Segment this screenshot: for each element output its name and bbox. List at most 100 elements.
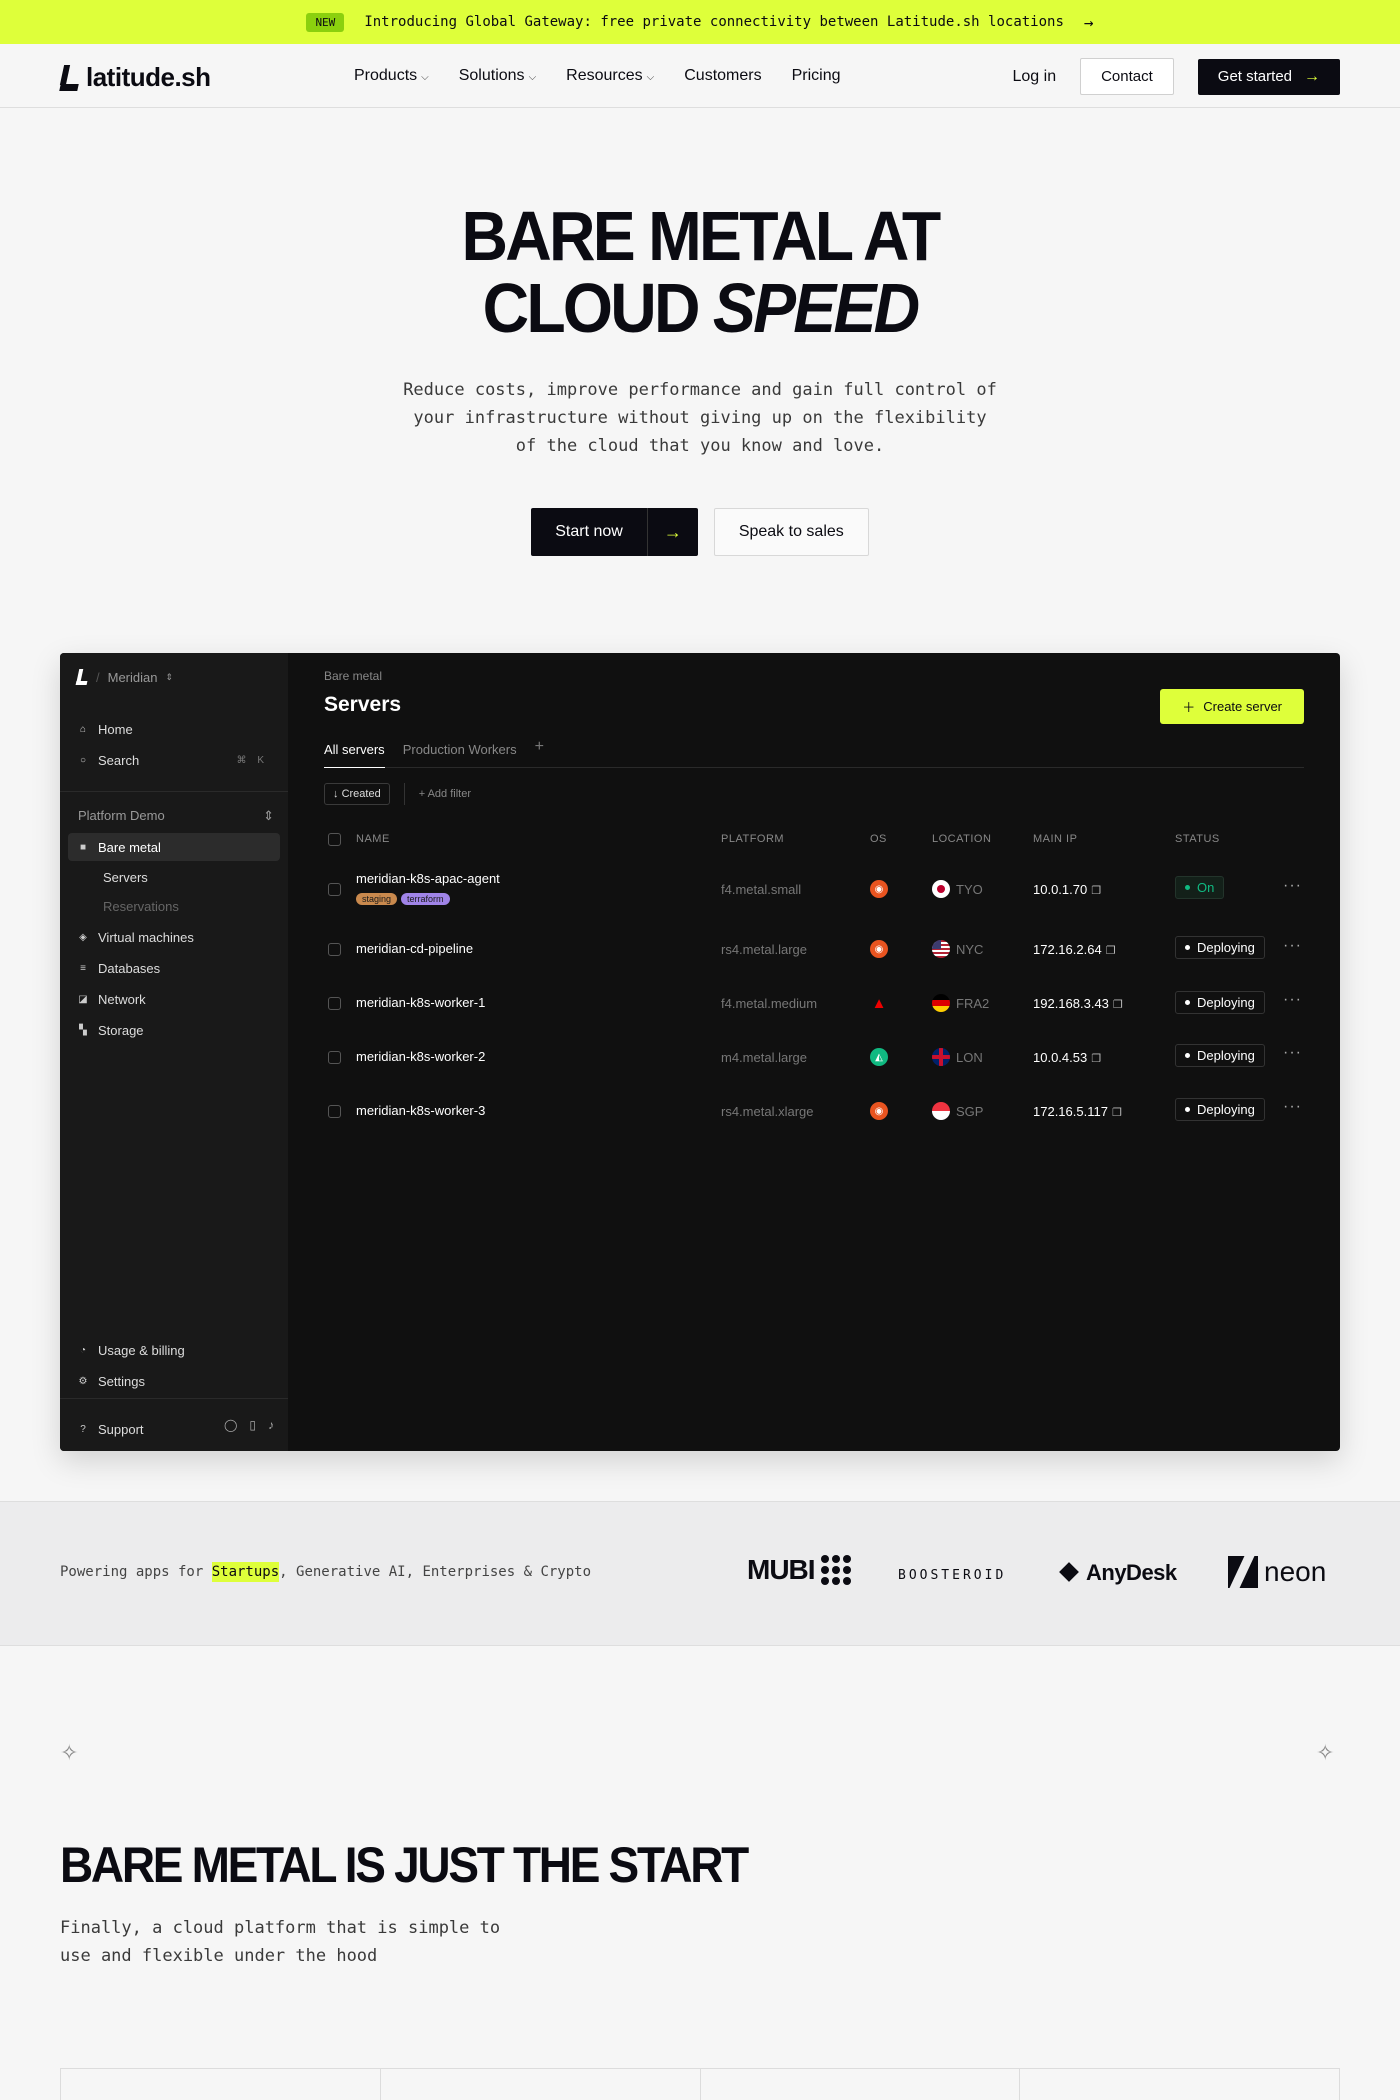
billing-icon: ◔ bbox=[79, 1344, 87, 1356]
nav-links: Products ⌵ Solutions ⌵ Resources ⌵ Customer… bbox=[354, 44, 841, 108]
platform: f4.metal.medium bbox=[721, 996, 818, 1011]
hero-subtitle: Reduce costs, improve performance and ga… bbox=[403, 380, 997, 456]
sidebar-item-servers[interactable]: Servers bbox=[103, 870, 148, 885]
tab-all-servers[interactable]: All servers bbox=[324, 742, 385, 768]
sidebar-item-databases[interactable]: ≡ Databases bbox=[68, 954, 280, 982]
column-header[interactable]: OS bbox=[870, 833, 887, 845]
main-ip[interactable]: 10.0.1.70 ❐ bbox=[1033, 882, 1101, 897]
book-icon[interactable]: ▯ bbox=[249, 1418, 256, 1432]
add-tab-icon[interactable]: + bbox=[535, 738, 544, 767]
copy-icon[interactable]: ❐ bbox=[1113, 999, 1123, 1011]
nav-customers[interactable]: Customers bbox=[684, 67, 761, 85]
status-badge: Deploying bbox=[1175, 991, 1265, 1014]
server-name[interactable]: meridian-k8s-apac-agent staging terraform bbox=[356, 871, 500, 905]
divider bbox=[403, 783, 405, 805]
mubi-logo: MUBI bbox=[747, 1554, 851, 1586]
row-checkbox[interactable] bbox=[328, 1051, 341, 1064]
row-checkbox[interactable] bbox=[328, 943, 341, 956]
sidebar-item-search[interactable]: ○ Search ⌘ K bbox=[68, 746, 280, 774]
more-icon[interactable]: ··· bbox=[1283, 991, 1302, 1009]
nav-products[interactable]: Products ⌵ bbox=[354, 67, 429, 85]
copy-icon[interactable]: ❐ bbox=[1112, 1107, 1122, 1119]
more-icon[interactable]: ··· bbox=[1283, 1044, 1302, 1062]
platform: m4.metal.large bbox=[721, 1050, 807, 1065]
create-server-button[interactable]: ＋ Create server bbox=[1160, 689, 1304, 724]
contact-button[interactable]: Contact bbox=[1080, 58, 1174, 95]
login-link[interactable]: Log in bbox=[1013, 68, 1057, 86]
row-checkbox[interactable] bbox=[328, 1105, 341, 1118]
location: LON bbox=[956, 1050, 983, 1065]
location: FRA2 bbox=[956, 996, 990, 1011]
more-icon[interactable]: ··· bbox=[1283, 1098, 1302, 1116]
column-header[interactable]: NAME bbox=[356, 833, 390, 845]
page-title: Servers bbox=[324, 693, 402, 716]
copy-icon[interactable]: ❐ bbox=[1091, 885, 1101, 897]
chevron-down-icon: ⌵ bbox=[646, 72, 655, 83]
logo[interactable]: latitude.sh bbox=[60, 62, 211, 93]
tag-badge: staging bbox=[356, 893, 398, 905]
sidebar-item-home[interactable]: ⌂ Home bbox=[68, 715, 280, 743]
sidebar-item-settings[interactable]: ⚙ Settings bbox=[68, 1367, 280, 1395]
search-icon: ○ bbox=[79, 754, 87, 766]
tab-production-workers[interactable]: Production Workers bbox=[403, 742, 517, 767]
neon-logo: neon bbox=[1228, 1556, 1326, 1588]
boosteroid-logo: BOOSTEROID bbox=[898, 1568, 1007, 1583]
platform: rs4.metal.large bbox=[721, 942, 807, 957]
location: NYC bbox=[956, 942, 984, 957]
flag-germany-icon bbox=[932, 994, 950, 1012]
status-badge: Deploying bbox=[1175, 1044, 1265, 1067]
arrow-right-icon: → bbox=[1083, 12, 1094, 32]
chevron-updown-icon: ⇕ bbox=[263, 808, 274, 823]
hero-actions: Start now → Speak to sales bbox=[0, 508, 1400, 556]
speak-to-sales-button[interactable]: Speak to sales bbox=[713, 508, 869, 556]
help-icon: ? bbox=[80, 1423, 86, 1435]
sidebar-item-vms[interactable]: ◈ Virtual machines bbox=[68, 923, 280, 951]
sidebar-item-reservations[interactable]: Reservations bbox=[103, 899, 179, 914]
column-header[interactable]: MAIN IP bbox=[1033, 833, 1077, 845]
nav-solutions[interactable]: Solutions ⌵ bbox=[459, 67, 536, 85]
status-badge: Deploying bbox=[1175, 936, 1265, 959]
sidebar-item-network[interactable]: ◪ Network bbox=[68, 985, 280, 1013]
sidebar-item-bare-metal[interactable]: ■ Bare metal bbox=[68, 833, 280, 861]
nav-pricing[interactable]: Pricing bbox=[792, 67, 841, 85]
nav-actions: Log in Contact Get started → bbox=[1013, 58, 1340, 95]
chat-icon[interactable]: ◯ bbox=[224, 1418, 237, 1432]
plus-icon: + bbox=[418, 788, 426, 800]
sidebar-item-usage[interactable]: ◔ Usage & billing bbox=[68, 1336, 280, 1364]
more-icon[interactable]: ··· bbox=[1283, 937, 1302, 955]
copy-icon[interactable]: ❐ bbox=[1091, 1053, 1101, 1065]
more-icon[interactable]: ··· bbox=[1283, 877, 1302, 895]
column-header[interactable]: PLATFORM bbox=[721, 833, 784, 845]
main-ip[interactable]: 192.168.3.43 ❐ bbox=[1033, 996, 1123, 1011]
row-checkbox[interactable] bbox=[328, 997, 341, 1010]
workspace-switcher[interactable]: / Meridian ⇕ bbox=[76, 669, 173, 685]
status-badge: Deploying bbox=[1175, 1098, 1265, 1121]
filters: ↓ Created + Add filter bbox=[324, 783, 471, 805]
announcement-text[interactable]: Introducing Global Gateway: free private… bbox=[364, 14, 1064, 30]
project-group[interactable]: Platform Demo ⇕ bbox=[78, 808, 274, 824]
start-now-button[interactable]: Start now → bbox=[531, 508, 698, 556]
server-name[interactable]: meridian-k8s-worker-3 bbox=[356, 1103, 485, 1118]
sort-created-button[interactable]: ↓ Created bbox=[324, 783, 390, 805]
feature-grid bbox=[60, 2068, 1340, 2100]
server-name[interactable]: meridian-k8s-worker-1 bbox=[356, 995, 485, 1010]
get-started-button[interactable]: Get started → bbox=[1197, 58, 1340, 95]
bell-icon[interactable]: ♪ bbox=[268, 1418, 274, 1432]
select-all-checkbox[interactable] bbox=[328, 833, 341, 846]
announcement-bar[interactable]: NEW Introducing Global Gateway: free pri… bbox=[0, 0, 1400, 44]
server-name[interactable]: meridian-cd-pipeline bbox=[356, 941, 473, 956]
add-filter-button[interactable]: + Add filter bbox=[419, 788, 471, 800]
column-header[interactable]: STATUS bbox=[1175, 833, 1220, 845]
server-name[interactable]: meridian-k8s-worker-2 bbox=[356, 1049, 485, 1064]
copy-icon[interactable]: ❐ bbox=[1106, 945, 1116, 957]
main-ip[interactable]: 172.16.5.117 ❐ bbox=[1033, 1104, 1122, 1119]
top-nav: latitude.sh Products ⌵ Solutions ⌵ Resourc… bbox=[0, 44, 1400, 108]
sidebar-item-storage[interactable]: ▚ Storage bbox=[68, 1016, 280, 1044]
breadcrumb[interactable]: Bare metal bbox=[324, 669, 382, 683]
row-checkbox[interactable] bbox=[328, 883, 341, 896]
main-ip[interactable]: 10.0.4.53 ❐ bbox=[1033, 1050, 1101, 1065]
nav-resources[interactable]: Resources ⌵ bbox=[566, 67, 654, 85]
customer-logos-band: Powering apps for Startups, Generative A… bbox=[0, 1501, 1400, 1646]
main-ip[interactable]: 172.16.2.64 ❐ bbox=[1033, 942, 1116, 957]
column-header[interactable]: LOCATION bbox=[932, 833, 991, 845]
